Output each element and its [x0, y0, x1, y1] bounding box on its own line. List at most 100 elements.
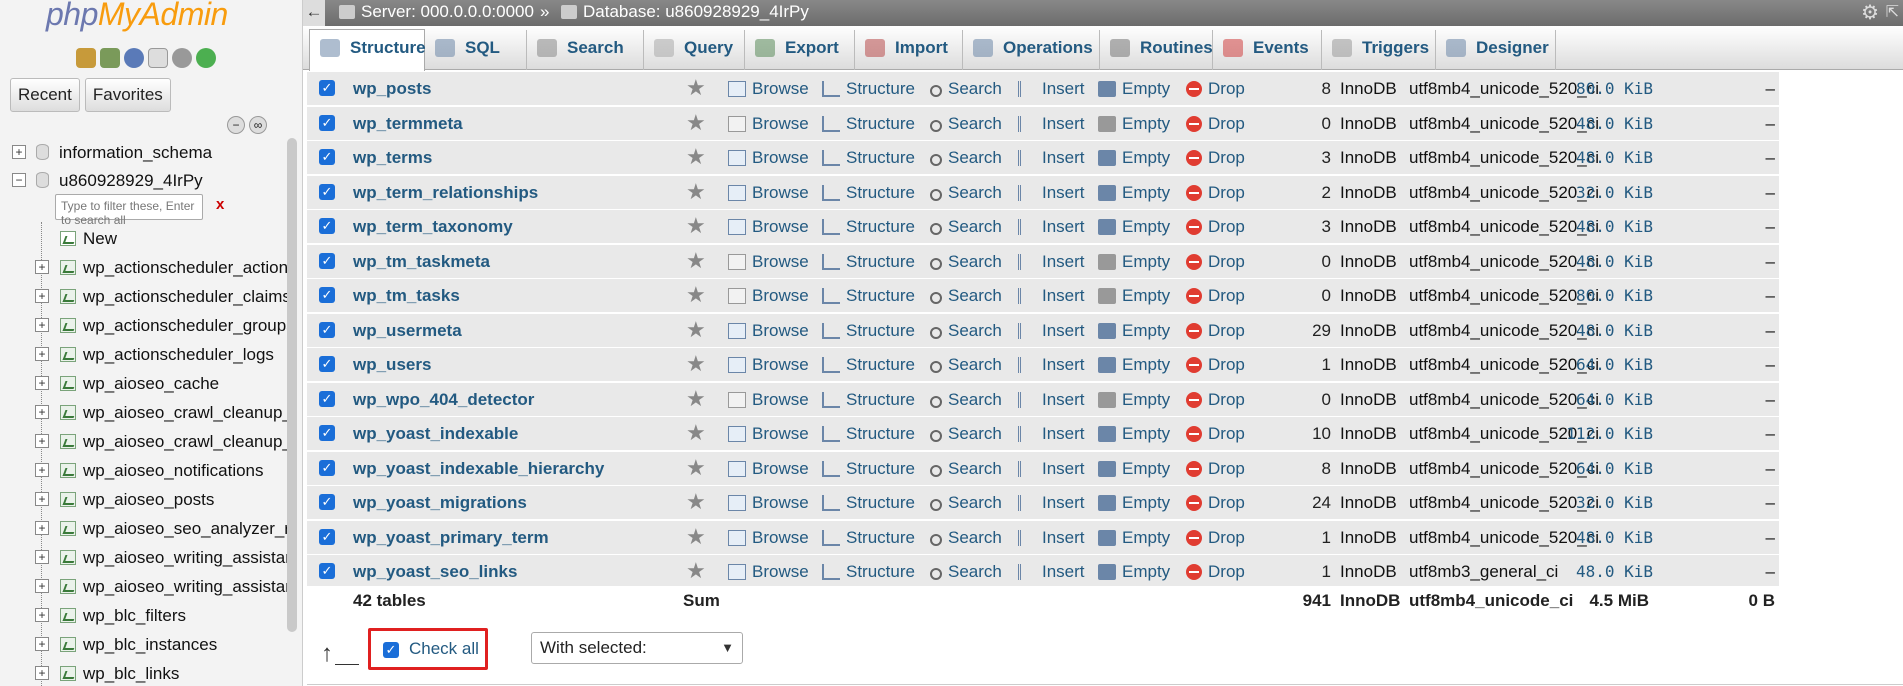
search-link[interactable]: Search: [930, 383, 1002, 417]
search-link[interactable]: Search: [930, 521, 1002, 555]
star-icon[interactable]: ★: [686, 416, 706, 450]
tree-table-label[interactable]: wp_aioseo_seo_analyzer_r: [83, 514, 290, 543]
expand-icon[interactable]: +: [35, 318, 49, 332]
expand-icon[interactable]: +: [35, 550, 49, 564]
tree-table-label[interactable]: wp_aioseo_cache: [83, 369, 219, 398]
insert-link[interactable]: Insert: [1018, 452, 1085, 486]
insert-link[interactable]: Insert: [1018, 72, 1085, 106]
gear-icon[interactable]: ⚙: [1861, 1, 1879, 25]
tree-table-label[interactable]: wp_aioseo_crawl_cleanup_: [83, 427, 292, 456]
table-size[interactable]: 112.0 KiB: [1557, 417, 1653, 451]
table-size[interactable]: 64.0 KiB: [1557, 383, 1653, 417]
tab-designer[interactable]: Designer: [1436, 30, 1556, 70]
tree-table-label[interactable]: wp_aioseo_writing_assistar: [83, 543, 291, 572]
nav-scrollbar[interactable]: [287, 138, 297, 632]
recent-tab[interactable]: Recent: [10, 78, 80, 112]
search-link[interactable]: Search: [930, 555, 1002, 589]
structure-link[interactable]: Structure: [822, 383, 915, 417]
row-checkbox[interactable]: ✓: [319, 287, 335, 303]
expand-icon[interactable]: +: [35, 666, 49, 680]
tab-routines[interactable]: Routines: [1100, 30, 1213, 70]
settings-icon[interactable]: [172, 48, 192, 68]
tree-table-label[interactable]: wp_aioseo_crawl_cleanup_: [83, 398, 292, 427]
table-name-link[interactable]: wp_terms: [353, 141, 432, 175]
tree-table-item[interactable]: + wp_aioseo_cache: [0, 369, 290, 398]
filter-clear-button[interactable]: x: [216, 196, 224, 213]
structure-link[interactable]: Structure: [822, 521, 915, 555]
star-icon[interactable]: ★: [686, 451, 706, 485]
browse-link[interactable]: Browse: [728, 417, 809, 451]
tree-table-label[interactable]: wp_aioseo_writing_assistar: [83, 572, 291, 601]
link-with-main-icon[interactable]: ∞: [249, 116, 267, 134]
table-size[interactable]: 32.0 KiB: [1557, 176, 1653, 210]
expand-icon[interactable]: +: [35, 405, 49, 419]
tab-operations[interactable]: Operations: [963, 30, 1100, 70]
star-icon[interactable]: ★: [686, 313, 706, 347]
empty-link[interactable]: Empty: [1098, 452, 1170, 486]
check-all-highlight[interactable]: ✓ Check all: [368, 628, 488, 670]
table-name-link[interactable]: wp_term_taxonomy: [353, 210, 513, 244]
empty-link[interactable]: Empty: [1098, 107, 1170, 141]
structure-link[interactable]: Structure: [822, 245, 915, 279]
empty-link[interactable]: Empty: [1098, 141, 1170, 175]
tree-db-label[interactable]: information_schema: [59, 138, 212, 167]
structure-link[interactable]: Structure: [822, 348, 915, 382]
search-link[interactable]: Search: [930, 72, 1002, 106]
insert-link[interactable]: Insert: [1018, 348, 1085, 382]
table-size[interactable]: 64.0 KiB: [1557, 452, 1653, 486]
tree-new-label[interactable]: New: [83, 224, 117, 253]
browse-link[interactable]: Browse: [728, 279, 809, 313]
tree-table-item[interactable]: + wp_aioseo_crawl_cleanup_: [0, 427, 292, 456]
empty-link[interactable]: Empty: [1098, 521, 1170, 555]
tree-table-item[interactable]: + wp_blc_filters: [0, 601, 290, 630]
favorites-tab[interactable]: Favorites: [84, 78, 171, 112]
table-name-link[interactable]: wp_tm_tasks: [353, 279, 460, 313]
table-size[interactable]: 48.0 KiB: [1557, 521, 1653, 555]
tree-table-label[interactable]: wp_actionscheduler_groups: [83, 311, 295, 340]
expand-icon[interactable]: +: [35, 521, 49, 535]
tree-table-label[interactable]: wp_actionscheduler_actions: [83, 253, 297, 282]
tab-query[interactable]: Query: [644, 30, 745, 70]
expand-icon[interactable]: +: [35, 376, 49, 390]
expand-icon[interactable]: +: [35, 492, 49, 506]
tab-structure[interactable]: Structure: [309, 29, 426, 71]
table-size[interactable]: 32.0 KiB: [1557, 486, 1653, 520]
table-name-link[interactable]: wp_yoast_indexable_hierarchy: [353, 452, 604, 486]
browse-link[interactable]: Browse: [728, 245, 809, 279]
browse-link[interactable]: Browse: [728, 555, 809, 589]
home-icon[interactable]: [76, 48, 96, 68]
browse-link[interactable]: Browse: [728, 107, 809, 141]
structure-link[interactable]: Structure: [822, 452, 915, 486]
table-size[interactable]: 48.0 KiB: [1557, 245, 1653, 279]
search-link[interactable]: Search: [930, 314, 1002, 348]
tree-table-item[interactable]: + wp_aioseo_seo_analyzer_r: [0, 514, 290, 543]
insert-link[interactable]: Insert: [1018, 176, 1085, 210]
star-icon[interactable]: ★: [686, 520, 706, 554]
tree-table-label[interactable]: wp_blc_links: [83, 659, 179, 686]
star-icon[interactable]: ★: [686, 140, 706, 174]
tab-export[interactable]: Export: [745, 30, 855, 70]
row-checkbox[interactable]: ✓: [319, 563, 335, 579]
expand-icon[interactable]: +: [35, 289, 49, 303]
tree-table-item[interactable]: + wp_blc_instances: [0, 630, 290, 659]
table-name-link[interactable]: wp_tm_taskmeta: [353, 245, 490, 279]
expand-icon[interactable]: +: [35, 637, 49, 651]
row-checkbox[interactable]: ✓: [319, 390, 335, 407]
browse-link[interactable]: Browse: [728, 486, 809, 520]
check-all-label[interactable]: Check all: [409, 631, 479, 667]
browse-link[interactable]: Browse: [728, 314, 809, 348]
table-name-link[interactable]: wp_yoast_primary_term: [353, 521, 549, 555]
help-icon[interactable]: [124, 48, 144, 68]
reload-icon[interactable]: [196, 48, 216, 68]
star-icon[interactable]: ★: [686, 106, 706, 140]
star-icon[interactable]: ★: [686, 175, 706, 209]
search-link[interactable]: Search: [930, 348, 1002, 382]
table-size[interactable]: 48.0 KiB: [1557, 107, 1653, 141]
table-size[interactable]: 48.0 KiB: [1557, 314, 1653, 348]
star-icon[interactable]: ★: [686, 382, 706, 416]
browse-link[interactable]: Browse: [728, 383, 809, 417]
row-checkbox[interactable]: ✓: [319, 252, 335, 269]
search-link[interactable]: Search: [930, 245, 1002, 279]
insert-link[interactable]: Insert: [1018, 141, 1085, 175]
empty-link[interactable]: Empty: [1098, 245, 1170, 279]
